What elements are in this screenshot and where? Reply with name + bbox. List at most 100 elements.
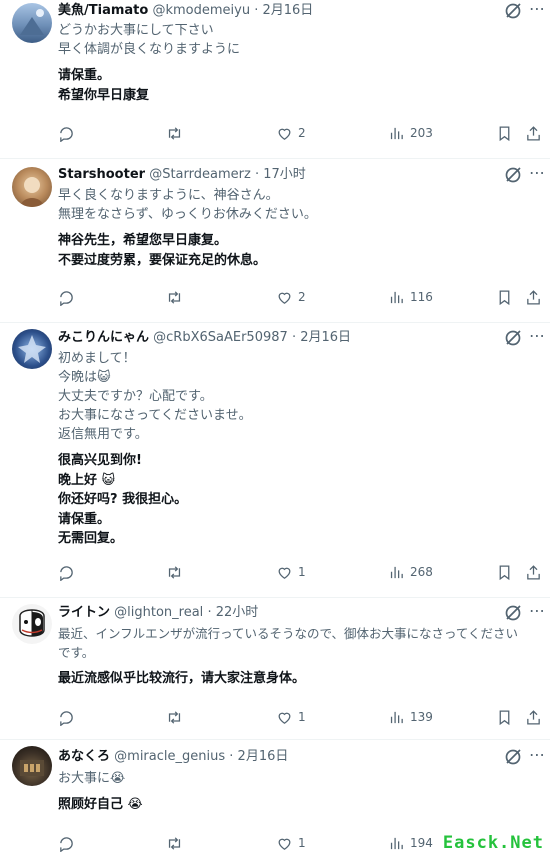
avatar[interactable] [12,3,52,43]
user-handle[interactable]: @kmodemeiyu [152,3,250,18]
share-button[interactable] [525,561,542,583]
retweet-icon [168,710,181,724]
grok-icon[interactable] [502,164,524,186]
grok-icon[interactable] [502,746,524,768]
tweet[interactable]: Starshooter @Starrdeamerz · 17小时 ⋯ 早く良くな… [0,158,550,322]
views-button[interactable]: 203 [388,122,433,144]
action-bar: 1 139 [58,706,540,728]
like-button[interactable]: 1 [276,832,306,854]
text-line: 早く体調が良くなりますように [58,42,241,57]
more-options-icon[interactable]: ⋯ [528,164,546,186]
share-button[interactable] [525,706,542,728]
user-handle[interactable]: @lighton_real [114,605,203,620]
text-line: 请保重。 [58,68,111,83]
more-options-icon[interactable]: ⋯ [528,602,546,624]
display-name[interactable]: みこりんにゃん [58,330,149,345]
views-button[interactable]: 116 [388,286,433,308]
like-button[interactable]: 2 [276,286,306,308]
timestamp[interactable]: 2月16日 [300,330,351,345]
bookmark-button[interactable] [496,122,513,144]
reply-button[interactable] [58,561,80,583]
display-name[interactable]: Starshooter [58,167,145,182]
display-name[interactable]: あなくろ [58,749,110,764]
share-icon [527,125,540,141]
bookmark-button[interactable] [496,706,513,728]
action-bar: 2 116 [58,286,540,308]
avatar[interactable] [12,329,52,369]
watermark: Easck.Net [442,833,544,853]
display-name[interactable]: ライトン [58,605,110,620]
more-options-icon[interactable]: ⋯ [528,746,546,768]
avatar[interactable] [12,604,52,644]
text-line: 返信無用です。 [58,427,148,442]
like-button[interactable]: 1 [276,706,306,728]
timestamp[interactable]: 2月16日 [238,749,289,764]
reply-button[interactable] [58,832,80,854]
tweet[interactable]: ライトン @lighton_real · 22小时 ⋯ 最近、インフルエンザが流… [0,597,550,739]
reply-icon [60,290,73,306]
view-count: 194 [410,836,433,850]
user-handle[interactable]: @Starrdeamerz [149,167,251,182]
analytics-icon [390,291,403,303]
views-button[interactable]: 194 [388,832,433,854]
tweet-header: 美魚/Tiamato @kmodemeiyu · 2月16日 [58,0,510,22]
views-button[interactable]: 139 [388,706,433,728]
tweet[interactable]: みこりんにゃん @cRbX6SaAEr50987 · 2月16日 ⋯ 初めまして… [0,322,550,597]
avatar[interactable] [12,167,52,207]
heart-icon [278,292,291,304]
bookmark-icon [499,564,510,580]
timestamp[interactable]: 2月16日 [262,3,313,18]
reply-button[interactable] [58,122,80,144]
tweet-translation: 最近流感似乎比较流行，请大家注意身体。 [58,669,530,689]
retweet-icon [168,290,181,304]
display-name[interactable]: 美魚/Tiamato [58,3,148,18]
avatar[interactable] [12,746,52,786]
user-handle[interactable]: @miracle_genius [114,749,225,764]
retweet-button[interactable] [166,286,188,308]
tweet-original-text: 最近、インフルエンザが流行っているそうなので、御体お大事になさってください です… [58,624,530,662]
more-options-icon[interactable]: ⋯ [528,327,546,349]
bookmark-button[interactable] [496,286,513,308]
bookmark-icon [499,709,510,725]
text-line: 早く良くなりますように、神谷さん。 [58,188,279,203]
retweet-button[interactable] [166,122,188,144]
like-count: 1 [298,565,306,579]
tweet-header: あなくろ @miracle_genius · 2月16日 [58,746,510,768]
retweet-button[interactable] [166,832,188,854]
heart-icon [278,567,291,579]
share-button[interactable] [525,286,542,308]
like-count: 1 [298,836,306,850]
tweet[interactable]: 美魚/Tiamato @kmodemeiyu · 2月16日 ⋯ どうかお大事に… [0,0,550,158]
user-handle[interactable]: @cRbX6SaAEr50987 [153,330,288,345]
more-options-icon[interactable]: ⋯ [528,0,546,22]
retweet-button[interactable] [166,706,188,728]
text-line: 最近流感似乎比较流行，请大家注意身体。 [58,671,306,686]
grok-icon[interactable] [502,602,524,624]
grok-icon[interactable] [502,0,524,22]
retweet-button[interactable] [166,561,188,583]
tweet-header: みこりんにゃん @cRbX6SaAEr50987 · 2月16日 [58,327,510,349]
reply-icon [60,126,73,142]
reply-button[interactable] [58,286,80,308]
separator-dot: · [254,167,260,182]
tweet-original-text: どうかお大事にして下さい 早く体調が良くなりますように [58,21,530,59]
timestamp[interactable]: 22小时 [216,605,259,620]
like-button[interactable]: 1 [276,561,306,583]
bookmark-icon [499,289,510,305]
text-line: 希望你早日康复 [58,87,150,103]
share-button[interactable] [525,122,542,144]
views-button[interactable]: 268 [388,561,433,583]
timestamp[interactable]: 17小时 [263,167,306,182]
bookmark-button[interactable] [496,561,513,583]
text-line: 大丈夫ですか？心配です。 [58,389,213,404]
text-line: 最近、インフルエンザが流行っているそうなので、御体お大事になさってください [58,626,519,641]
text-line: 今晩は😺 [58,370,111,385]
grok-icon[interactable] [502,327,524,349]
reply-button[interactable] [58,706,80,728]
text-line: 照顾好自己 😭 [58,797,143,812]
like-count: 2 [298,290,306,304]
analytics-icon [390,127,403,139]
separator-dot: · [291,330,297,345]
like-button[interactable]: 2 [276,122,306,144]
analytics-icon [390,566,403,578]
